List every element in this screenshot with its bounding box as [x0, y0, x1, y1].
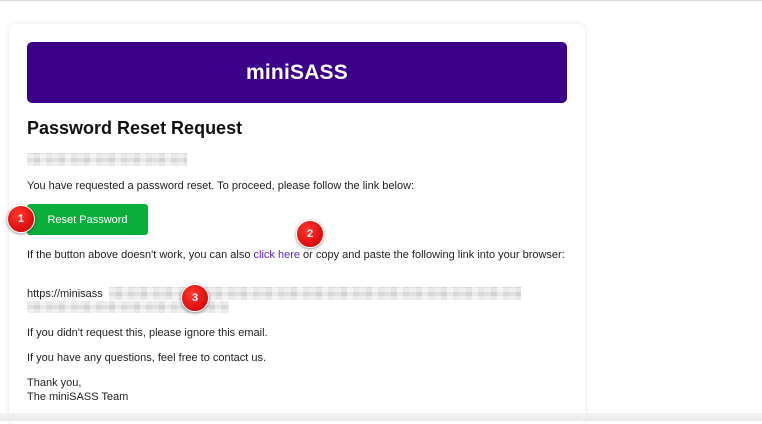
brand-header: miniSASS [27, 42, 567, 103]
bottom-scroll-bar [0, 413, 762, 421]
annotation-marker-3: 3 [181, 284, 209, 312]
fallback-suffix: or copy and paste the following link int… [300, 249, 565, 261]
annotation-marker-1: 1 [7, 205, 35, 233]
signature-text: The miniSASS Team [27, 391, 129, 403]
email-viewport: miniSASS Password Reset Request You have… [0, 1, 762, 424]
contact-note: If you have any questions, feel free to … [27, 352, 267, 364]
ignore-note: If you didn't request this, please ignor… [27, 327, 268, 339]
reset-password-button[interactable]: Reset Password [27, 204, 148, 235]
intro-text: You have requested a password reset. To … [27, 180, 415, 192]
fallback-prefix: If the button above doesn't work, you ca… [27, 249, 254, 261]
page-title: Password Reset Request [27, 118, 243, 138]
annotation-marker-2: 2 [296, 220, 324, 248]
email-card: miniSASS Password Reset Request You have… [9, 24, 585, 424]
brand-title: miniSASS [246, 60, 348, 84]
redacted-reset-url-line-1 [109, 287, 521, 300]
signoff-text: Thank you, [27, 377, 82, 389]
click-here-link[interactable]: click here [254, 249, 300, 261]
reset-url-prefix[interactable]: https://minisass [27, 287, 103, 301]
fallback-text: If the button above doesn't work, you ca… [27, 248, 567, 262]
redacted-greeting [27, 153, 187, 166]
